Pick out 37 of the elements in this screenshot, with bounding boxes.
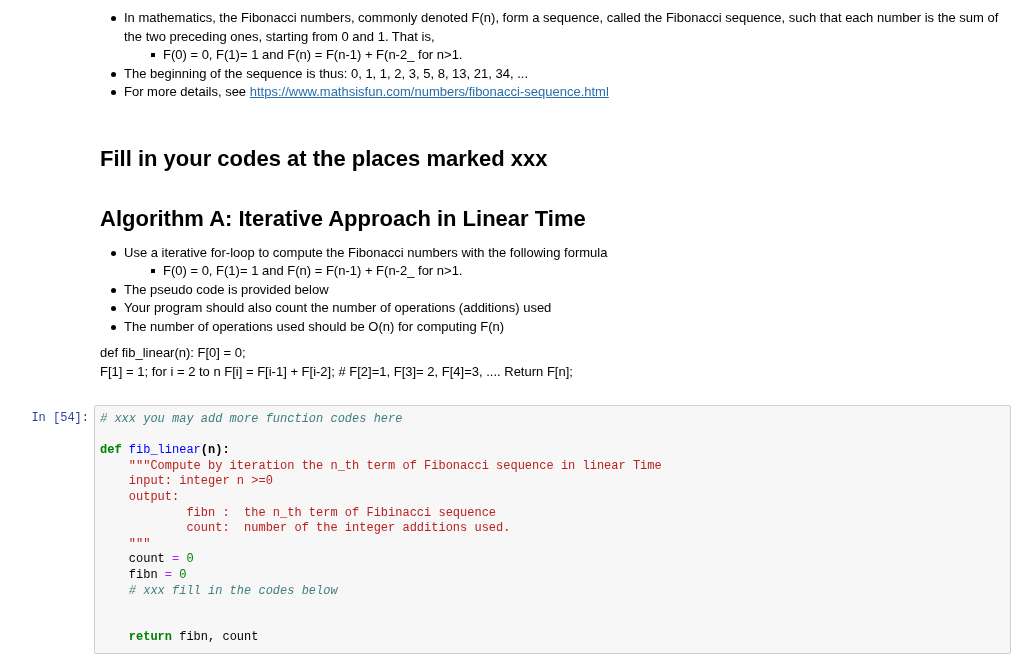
list-item-text: Use a iterative for-loop to compute the Fibonacci numbers with the following formula	[124, 244, 608, 260]
code-line: def fib_linear(n):	[100, 443, 230, 459]
code-line: # xxx you may add more function codes here	[100, 412, 403, 428]
code-line: # xxx fill in the codes below	[127, 583, 338, 600]
heading: Fill in your codes at the places marked xxx	[100, 145, 549, 172]
code-line: fibn : the n_th term of Fibinacci sequence	[185, 505, 497, 522]
code-line: fibn = 0	[127, 567, 187, 584]
bullet-icon	[151, 269, 155, 273]
bullet-icon	[111, 90, 116, 95]
code-line: """Compute by iteration the n_th term of Fibonacci sequence in linear Time	[127, 458, 662, 475]
list-item-text: F(0) = 0, F(1)= 1 and F(n) = F(n-1) + F(n-2_ for n>1.	[163, 47, 463, 62]
bullet-icon	[111, 16, 116, 21]
list-item-text: The beginning of the sequence is thus: 0, 1, 1, 2, 3, 5, 8, 13, 21, 34, ...	[124, 65, 528, 81]
code-line: count = 0	[127, 552, 194, 568]
list-item-text: For more details, see https://www.mathsisfun.com/numbers/fibonacci-sequence.html	[124, 84, 609, 99]
code-editor[interactable]	[94, 405, 1011, 654]
bullet-icon	[151, 53, 155, 57]
heading: Algorithm A: Iterative Approach in Linear Time	[100, 205, 587, 232]
link[interactable]: https://www.mathsisfun.com/numbers/fibonacci-sequence.html	[249, 84, 609, 99]
code-line: """	[127, 536, 151, 553]
bullet-icon	[111, 287, 116, 293]
list-item-text: Your program should also count the number of operations (additions) used	[124, 300, 552, 315]
bullet-icon	[111, 324, 116, 330]
code-line: return fibn, count	[127, 630, 259, 646]
bullet-icon	[111, 306, 116, 311]
code-line: output:	[127, 489, 180, 506]
pseudo-code-line: F[1] = 1; for i = 2 to n F[i] = F[i-1] + F[i-2]; # F[2]=1, F[3]= 2, F[4]=3, .... Return F[n];	[100, 363, 573, 379]
cell-prompt: In [54]:	[31, 411, 90, 427]
bullet-icon	[111, 250, 116, 256]
pseudo-code-line: def fib_linear(n): F[0] = 0;	[100, 345, 246, 360]
code-line: count: number of the integer additions used.	[185, 521, 511, 537]
list-item-text: The pseudo code is provided below	[124, 281, 329, 297]
code-line: input: integer n >=0	[127, 474, 273, 490]
list-item-text: The number of operations used should be O(n) for computing F(n)	[124, 318, 505, 334]
bullet-icon	[111, 71, 116, 77]
list-item-text: In mathematics, the Fibonacci numbers, commonly denoted F(n), form a sequence, called the Fibonacci sequence, such that each number is the sum of the two preceding ones, starting from 0 and 1. That is,	[124, 10, 999, 44]
list-item-text: F(0) = 0, F(1)= 1 and F(n) = F(n-1) + F(n-2_ for n>1.	[163, 263, 463, 278]
